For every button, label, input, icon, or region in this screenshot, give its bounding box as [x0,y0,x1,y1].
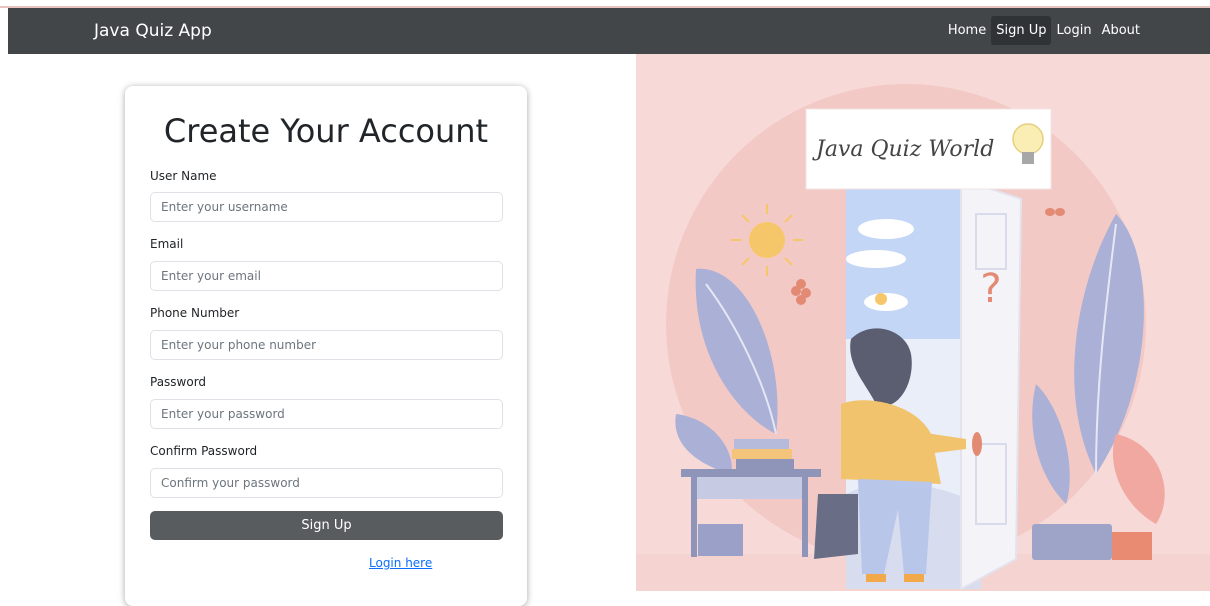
signup-card: Create Your Account User Name Email Phon… [125,86,527,606]
phone-input[interactable] [150,330,503,360]
sign-text: Java Quiz World [812,137,994,162]
nav-links: Home Sign Up Login About [943,16,1145,45]
nav-link-about[interactable]: About [1097,16,1145,45]
email-label: Email [150,237,184,251]
sign-up-button[interactable]: Sign Up [150,511,503,540]
open-door: ? [960,177,1023,591]
question-mark: ? [980,266,1001,312]
sign-board: Java Quiz World [805,108,1052,190]
navbar: Java Quiz App Home Sign Up Login About [8,8,1210,54]
password-label: Password [150,375,207,389]
username-input[interactable] [150,192,503,222]
login-link[interactable]: Login here [369,556,432,570]
illustration-svg: ? Java Quiz World [636,84,1210,591]
illustration: ? Java Quiz World [636,54,1210,591]
nav-link-home[interactable]: Home [943,16,991,45]
phone-label: Phone Number [150,306,240,320]
nav-link-login[interactable]: Login [1051,16,1096,45]
email-input[interactable] [150,261,503,291]
confirm-password-input[interactable] [150,468,503,498]
brand-title[interactable]: Java Quiz App [94,21,212,41]
confirm-password-label: Confirm Password [150,444,258,458]
username-label: User Name [150,169,217,183]
top-border [0,0,1210,8]
password-input[interactable] [150,399,503,429]
form-title: Create Your Account [163,112,489,150]
nav-link-sign-up[interactable]: Sign Up [991,16,1052,45]
